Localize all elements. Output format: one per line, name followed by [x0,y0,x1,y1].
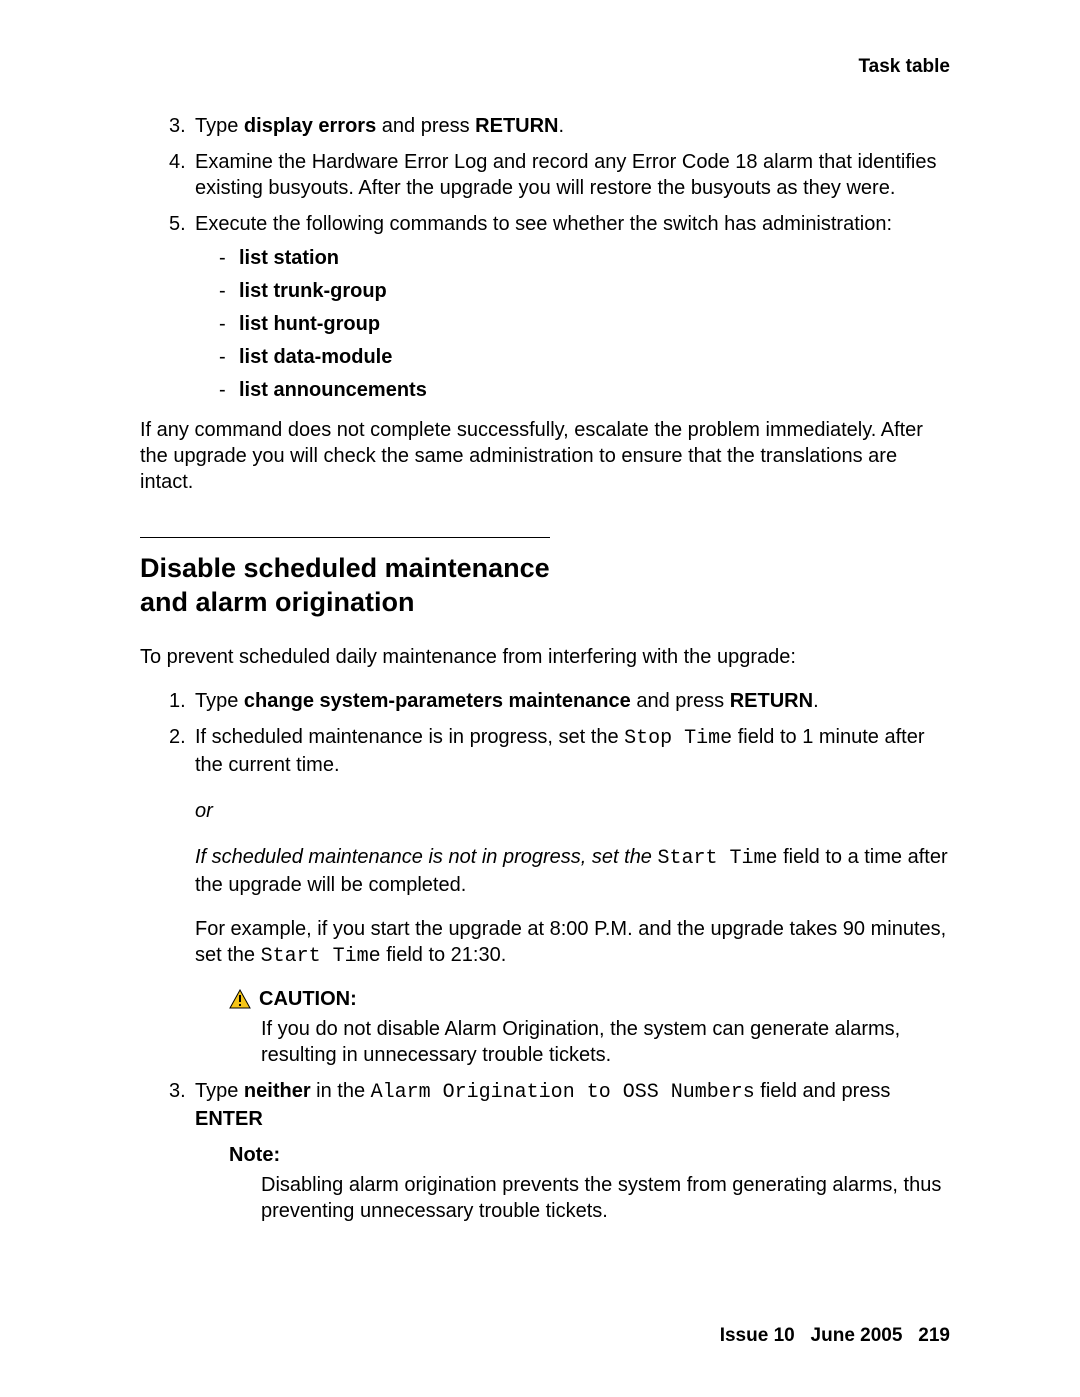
section-divider [140,537,550,538]
code-text: Start Time [261,945,381,968]
list-number: 5. [169,211,186,237]
text: Type [195,115,244,137]
list-text: Execute the following commands to see wh… [195,213,892,235]
section-intro: To prevent scheduled daily maintenance f… [140,644,950,670]
caution-icon [229,989,251,1009]
list-text: If scheduled maintenance is in progress,… [195,726,925,776]
procedure-list-1: 3. Type display errors and press RETURN.… [140,113,950,403]
paragraph: If any command does not complete success… [140,417,950,495]
list-text: Examine the Hardware Error Log and recor… [195,151,936,199]
heading-line-1: Disable scheduled maintenance [140,553,550,583]
code-text: Stop Time [624,727,732,750]
text: in the [311,1080,371,1102]
list-item: 4. Examine the Hardware Error Log and re… [195,149,950,201]
list-number: 1. [169,688,186,714]
text: field and press [755,1080,891,1102]
text: and press [631,690,730,712]
list-text: Type change system-parameters maintenanc… [195,690,819,712]
italic-text: If scheduled maintenance is not in progr… [195,846,658,868]
text: Type [195,690,244,712]
page: Task table 3. Type display errors and pr… [0,0,1080,1397]
footer-date: June 2005 [811,1325,903,1346]
list-item: 5. Execute the following commands to see… [195,211,950,403]
page-footer: Issue 10 June 2005 219 [720,1324,950,1349]
note-body: Disabling alarm origination prevents the… [261,1172,950,1224]
text: . [559,115,565,137]
code-text: Start Time [658,847,778,870]
list-item: 2. If scheduled maintenance is in progre… [195,724,950,1068]
caution-header: CAUTION: [229,986,950,1012]
list-item: 3. Type display errors and press RETURN. [195,113,950,139]
section-heading: Disable scheduled maintenance and alarm … [140,552,950,620]
command-item: list data-module [219,344,950,370]
paragraph: For example, if you start the upgrade at… [195,916,950,970]
list-item: 3. Type neither in the Alarm Origination… [195,1078,950,1224]
text: field to 21:30. [381,944,507,966]
footer-issue: Issue 10 [720,1325,795,1346]
paragraph: If scheduled maintenance is not in progr… [195,844,950,898]
list-number: 2. [169,724,186,750]
bold-text: neither [244,1080,311,1102]
or-separator: or [195,798,950,824]
command-item: list hunt-group [219,311,950,337]
bold-text: ENTER [195,1108,263,1130]
list-text: Type display errors and press RETURN. [195,115,564,137]
text: Type [195,1080,244,1102]
text: If scheduled maintenance is in progress,… [195,726,624,748]
procedure-list-2: 1. Type change system-parameters mainten… [140,688,950,1224]
footer-page: 219 [918,1325,950,1346]
caution-label: CAUTION: [259,986,357,1012]
caution-block: CAUTION: If you do not disable Alarm Ori… [229,986,950,1068]
list-number: 4. [169,149,186,175]
caution-body: If you do not disable Alarm Origination,… [261,1016,950,1068]
command-item: list announcements [219,377,950,403]
command-item: list trunk-group [219,278,950,304]
list-number: 3. [169,113,186,139]
list-number: 3. [169,1078,186,1104]
page-content: 3. Type display errors and press RETURN.… [140,113,950,1224]
header-section-title: Task table [858,55,950,80]
bold-text: display errors [244,115,376,137]
note-block: Note: Disabling alarm origination preven… [229,1142,950,1224]
text: and press [376,115,475,137]
text: . [813,690,819,712]
command-item: list station [219,245,950,271]
command-list: list station list trunk-group list hunt-… [195,245,950,403]
list-text: Type neither in the Alarm Origination to… [195,1080,890,1130]
bold-text: change system-parameters maintenance [244,690,631,712]
list-item: 1. Type change system-parameters mainten… [195,688,950,714]
heading-line-2: and alarm origination [140,587,415,617]
code-text: Alarm Origination to OSS Numbers [371,1081,755,1104]
note-label: Note: [229,1142,950,1168]
bold-text: RETURN [475,115,558,137]
bold-text: RETURN [730,690,813,712]
